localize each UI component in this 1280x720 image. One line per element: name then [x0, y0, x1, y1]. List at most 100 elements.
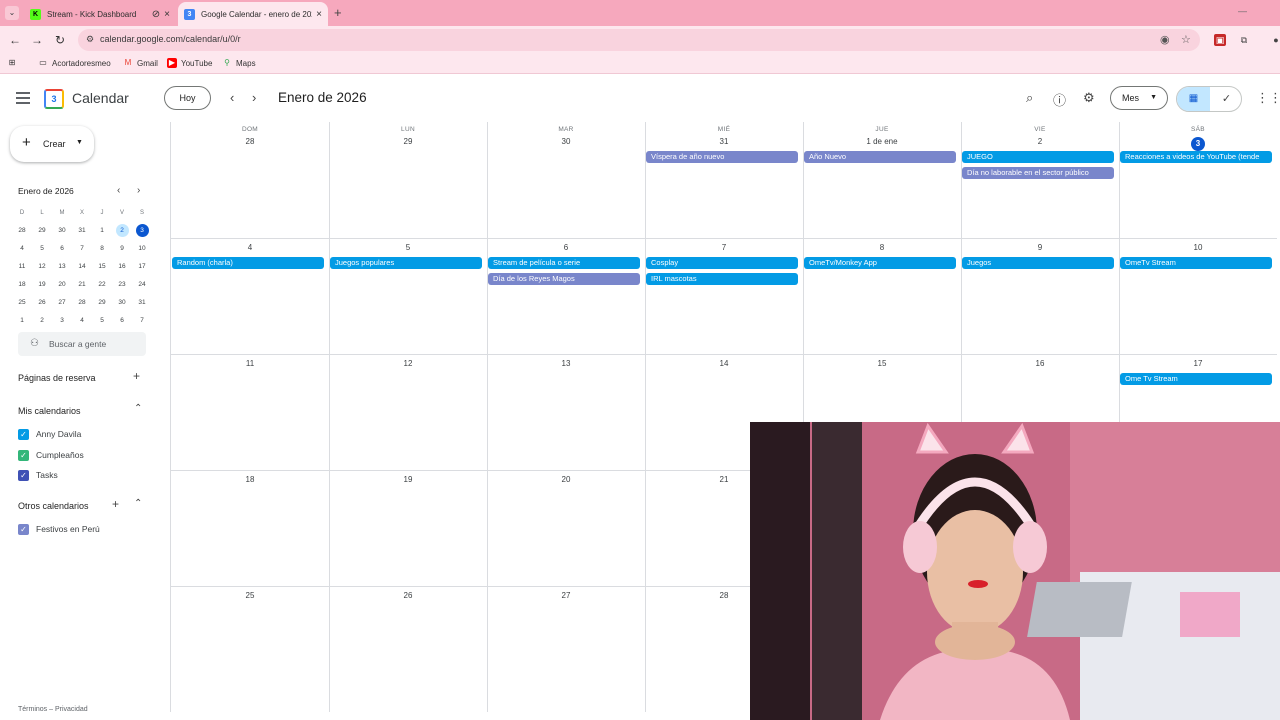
- settings-gear-icon[interactable]: ⚙: [1083, 90, 1095, 106]
- back-icon[interactable]: ←: [9, 33, 21, 47]
- mini-day[interactable]: 5: [92, 312, 112, 330]
- day-number[interactable]: 7: [645, 243, 803, 252]
- prev-month-icon[interactable]: ‹: [230, 90, 234, 105]
- day-number[interactable]: 1 de ene: [803, 137, 961, 146]
- calendar-view-icon[interactable]: ▦: [1177, 87, 1210, 111]
- day-number[interactable]: 27: [487, 591, 645, 600]
- day-number[interactable]: 14: [645, 359, 803, 368]
- bookmark-acortadores[interactable]: ▭ Acortadoresmeo: [38, 58, 110, 68]
- mini-day[interactable]: 14: [72, 258, 92, 276]
- calendar-event[interactable]: Víspera de año nuevo: [646, 151, 798, 163]
- mini-day[interactable]: 3: [132, 222, 152, 240]
- day-number[interactable]: 30: [487, 137, 645, 146]
- next-month-icon[interactable]: ›: [252, 90, 256, 105]
- search-icon[interactable]: ⌕: [1026, 90, 1033, 106]
- calendar-event[interactable]: Día no laborable en el sector público: [962, 167, 1114, 179]
- mini-day[interactable]: 1: [12, 312, 32, 330]
- mini-next-icon[interactable]: ›: [137, 185, 140, 196]
- day-number[interactable]: 9: [961, 243, 1119, 252]
- view-select[interactable]: Mes ▼: [1110, 86, 1168, 110]
- calendar-event[interactable]: Ome Tv Stream: [1120, 373, 1272, 385]
- bookmark-gmail[interactable]: M Gmail: [123, 58, 158, 68]
- mini-day[interactable]: 2: [32, 312, 52, 330]
- other-calendars-title[interactable]: Otros calendarios: [18, 501, 89, 511]
- mini-day[interactable]: 25: [12, 294, 32, 312]
- mini-day[interactable]: 17: [132, 258, 152, 276]
- calendar-event[interactable]: Reacciones a videos de YouTube (tende: [1120, 151, 1272, 163]
- eye-icon[interactable]: ◉: [1160, 33, 1170, 46]
- day-number[interactable]: 31: [645, 137, 803, 146]
- tasks-view-icon[interactable]: ✓: [1210, 87, 1241, 111]
- address-bar[interactable]: ⚙ calendar.google.com/calendar/u/0/r ◉ ☆: [78, 29, 1200, 51]
- bookmark-youtube[interactable]: ▶ YouTube: [167, 58, 212, 68]
- mini-day[interactable]: 24: [132, 276, 152, 294]
- mini-day[interactable]: 29: [32, 222, 52, 240]
- day-number[interactable]: 10: [1119, 243, 1277, 252]
- mini-day[interactable]: 20: [52, 276, 72, 294]
- minimize-icon[interactable]: —: [1238, 6, 1247, 16]
- day-number[interactable]: 18: [171, 475, 329, 484]
- mute-icon[interactable]: ⊘: [152, 9, 160, 20]
- today-button[interactable]: Hoy: [164, 86, 211, 110]
- calendar-item-cumpleanos[interactable]: ✓ Cumpleaños: [18, 448, 84, 462]
- mini-day[interactable]: 16: [112, 258, 132, 276]
- main-menu-icon[interactable]: [16, 92, 30, 104]
- mini-day[interactable]: 29: [92, 294, 112, 312]
- mini-day[interactable]: 3: [52, 312, 72, 330]
- day-number[interactable]: 6: [487, 243, 645, 252]
- day-number[interactable]: 29: [329, 137, 487, 146]
- mini-day[interactable]: 30: [112, 294, 132, 312]
- calendar-event[interactable]: JUEGO: [962, 151, 1114, 163]
- create-button[interactable]: + Crear ▼: [10, 126, 94, 162]
- mini-day[interactable]: 31: [132, 294, 152, 312]
- calendar-event[interactable]: IRL mascotas: [646, 273, 798, 285]
- new-tab-icon[interactable]: +: [334, 5, 342, 20]
- mini-day[interactable]: 31: [72, 222, 92, 240]
- mini-day[interactable]: 22: [92, 276, 112, 294]
- mini-day[interactable]: 6: [52, 240, 72, 258]
- day-number[interactable]: 28: [171, 137, 329, 146]
- search-people-input[interactable]: ⚇ Buscar a gente: [18, 332, 146, 356]
- extension-icon[interactable]: ▣: [1214, 34, 1226, 46]
- calendar-item-anny-davila[interactable]: ✓ Anny Davila: [18, 427, 81, 441]
- mini-day[interactable]: 5: [32, 240, 52, 258]
- mini-day[interactable]: 28: [12, 222, 32, 240]
- mini-day[interactable]: 11: [12, 258, 32, 276]
- calendar-event[interactable]: Stream de película o serie: [488, 257, 640, 269]
- day-number[interactable]: 8: [803, 243, 961, 252]
- calendar-event[interactable]: Cosplay: [646, 257, 798, 269]
- mini-day[interactable]: 21: [72, 276, 92, 294]
- day-number[interactable]: 5: [329, 243, 487, 252]
- mini-day[interactable]: 13: [52, 258, 72, 276]
- day-number[interactable]: 2: [961, 137, 1119, 146]
- tab-google-calendar[interactable]: 3 Google Calendar - enero de 2026 ×: [178, 2, 328, 26]
- day-number[interactable]: 12: [329, 359, 487, 368]
- url-text[interactable]: calendar.google.com/calendar/u/0/r: [100, 34, 241, 44]
- day-number[interactable]: 17: [1119, 359, 1277, 368]
- day-number[interactable]: 16: [961, 359, 1119, 368]
- day-number[interactable]: 11: [171, 359, 329, 368]
- day-number[interactable]: 19: [329, 475, 487, 484]
- mini-day[interactable]: 7: [132, 312, 152, 330]
- mini-day[interactable]: 1: [92, 222, 112, 240]
- calendar-event[interactable]: OmeTv Stream: [1120, 257, 1272, 269]
- calendar-event[interactable]: Día de los Reyes Magos: [488, 273, 640, 285]
- site-info-icon[interactable]: ⚙: [84, 34, 96, 46]
- day-number[interactable]: 13: [487, 359, 645, 368]
- footer-links[interactable]: Términos – Privacidad: [18, 706, 88, 713]
- add-other-calendar-icon[interactable]: +: [112, 497, 119, 511]
- mini-day[interactable]: 18: [12, 276, 32, 294]
- mini-day[interactable]: 4: [72, 312, 92, 330]
- mini-day[interactable]: 26: [32, 294, 52, 312]
- calendar-event[interactable]: OmeTv/Monkey App: [804, 257, 956, 269]
- checkbox-checked-icon[interactable]: ✓: [18, 523, 29, 535]
- mini-day[interactable]: 2: [112, 222, 132, 240]
- apps-grid-icon[interactable]: ⊞: [7, 58, 21, 68]
- mini-day[interactable]: 10: [132, 240, 152, 258]
- mini-day[interactable]: 30: [52, 222, 72, 240]
- day-number[interactable]: 4: [171, 243, 329, 252]
- day-number[interactable]: 20: [487, 475, 645, 484]
- mini-prev-icon[interactable]: ‹: [117, 185, 120, 196]
- mini-day[interactable]: 6: [112, 312, 132, 330]
- checkbox-checked-icon[interactable]: ✓: [18, 449, 29, 461]
